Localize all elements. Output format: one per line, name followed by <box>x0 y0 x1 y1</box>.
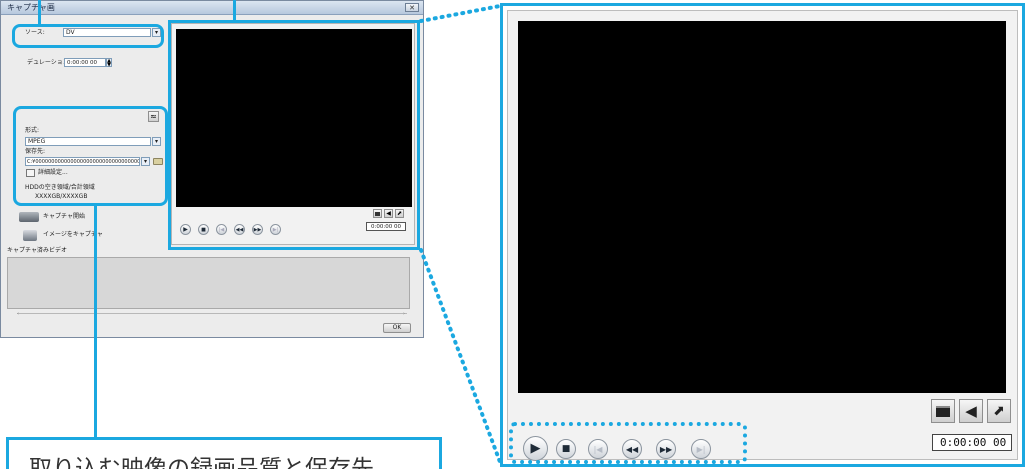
zoom-line-bottom <box>419 248 502 464</box>
callout-box: 取り込む映像の録画品質と保存先 <box>6 437 442 469</box>
transport-highlight <box>509 422 747 464</box>
fullscreen-icon[interactable] <box>931 399 955 423</box>
manual-illustration: キャプチャ画 ✕ ソース: DV ▾ デュレーション: 0:00:00 00 ▲… <box>0 0 1028 469</box>
zoomed-timecode[interactable]: 0:00:00 00 <box>932 434 1012 451</box>
callout-connector <box>94 204 97 438</box>
volume-icon[interactable]: ◀ <box>959 399 983 423</box>
expand-icon[interactable]: ⬈ <box>987 399 1011 423</box>
zoomed-preview-panel: ◀ ⬈ 0:00:00 00 ▶ ■ |◀ ◀◀ ▶▶ ▶| <box>507 10 1018 461</box>
zoomed-screen <box>518 21 1006 393</box>
zoomed-preview-frame: ◀ ⬈ 0:00:00 00 ▶ ■ |◀ ◀◀ ▶▶ ▶| <box>500 3 1025 467</box>
callout-text: 取り込む映像の録画品質と保存先 <box>29 456 374 469</box>
zoom-line-top <box>419 4 502 23</box>
